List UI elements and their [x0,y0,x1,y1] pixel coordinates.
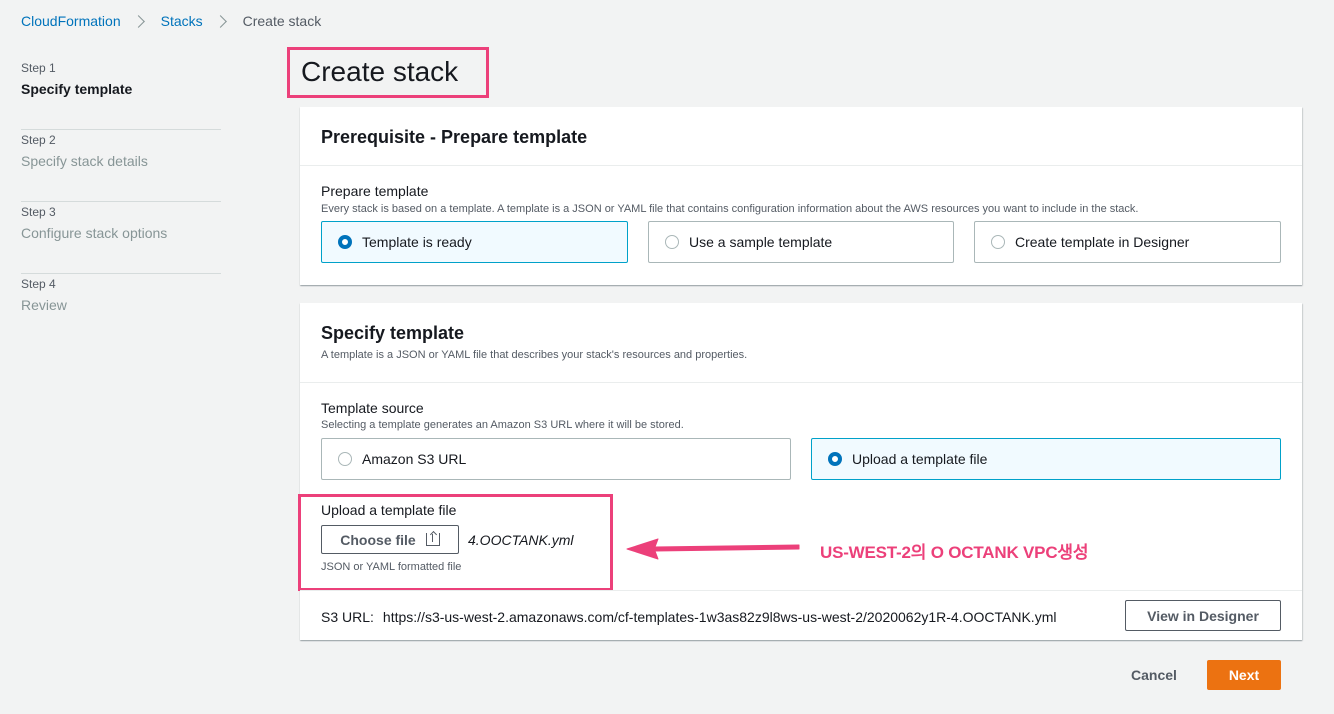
step-title: Specify template [21,81,133,97]
radio-icon[interactable] [991,235,1005,249]
prepare-template-label: Prepare template [321,183,429,199]
view-in-designer-button[interactable]: View in Designer [1125,600,1281,631]
choose-file-button[interactable]: Choose file [321,525,459,554]
radio-icon[interactable] [338,452,352,466]
specify-template-heading: Specify template [321,323,465,343]
wizard-steps: Step 1 Specify template Step 2 Specify s… [21,58,221,346]
option-amazon-s3-url[interactable]: Amazon S3 URL [321,438,791,480]
chevron-right-icon [131,14,145,28]
step-number: Step 2 [21,133,56,147]
s3-url-row: S3 URL: https://s3-us-west-2.amazonaws.co… [300,590,1302,640]
radio-selected-icon[interactable] [828,452,842,466]
next-button[interactable]: Next [1207,660,1281,690]
cancel-button[interactable]: Cancel [1116,660,1192,690]
radio-selected-icon[interactable] [338,235,352,249]
wizard-step-2: Step 2 Specify stack details [21,130,221,202]
upload-icon [425,533,440,546]
step-number: Step 3 [21,205,56,219]
radio-icon[interactable] [665,235,679,249]
option-label: Template is ready [362,234,472,250]
s3-url-label: S3 URL: [321,609,374,625]
step-number: Step 4 [21,277,56,291]
panel-header: Specify template A template is a JSON or… [300,303,1302,383]
s3-url-text: S3 URL: https://s3-us-west-2.amazonaws.co… [321,609,1056,625]
annotation-text: US-WEST-2의 O OCTANK VPC생성 [820,543,1089,562]
panel-header: Prerequisite - Prepare template [300,107,1302,166]
step-title: Review [21,297,67,313]
step-number: Step 1 [21,61,56,75]
breadcrumb-stacks-link[interactable]: Stacks [161,13,203,29]
template-source-label: Template source [321,400,424,416]
option-label: Use a sample template [689,234,833,250]
prepare-template-description: Every stack is based on a template. A te… [321,203,1139,215]
template-source-description: Selecting a template generates an Amazon… [321,419,684,431]
wizard-step-3: Step 3 Configure stack options [21,202,221,274]
prerequisite-heading: Prerequisite - Prepare template [321,127,588,147]
option-label: Upload a template file [852,451,988,467]
option-create-in-designer[interactable]: Create template in Designer [974,221,1281,263]
page-title: Create stack [301,56,459,87]
prerequisite-panel: Prerequisite - Prepare template Prepare … [300,107,1302,285]
option-sample-template[interactable]: Use a sample template [648,221,954,263]
breadcrumb: CloudFormation Stacks Create stack [21,12,321,30]
option-label: Amazon S3 URL [362,451,467,467]
chevron-right-icon [213,14,227,28]
step-title: Specify stack details [21,153,148,169]
wizard-step-1: Step 1 Specify template [21,58,221,130]
option-upload-template-file[interactable]: Upload a template file [811,438,1281,480]
specify-template-description: A template is a JSON or YAML file that d… [321,349,748,361]
option-template-ready[interactable]: Template is ready [321,221,628,263]
breadcrumb-current: Create stack [242,13,322,29]
option-label: Create template in Designer [1015,234,1190,250]
wizard-step-4: Step 4 Review [21,274,221,346]
breadcrumb-cloudformation-link[interactable]: CloudFormation [21,13,121,29]
s3-url-value: https://s3-us-west-2.amazonaws.com/cf-te… [382,609,1057,625]
choose-file-label: Choose file [340,531,416,548]
selected-file-name: 4.OOCTANK.yml [468,532,574,548]
step-title: Configure stack options [21,225,168,241]
annotation-arrow-icon [626,538,800,560]
